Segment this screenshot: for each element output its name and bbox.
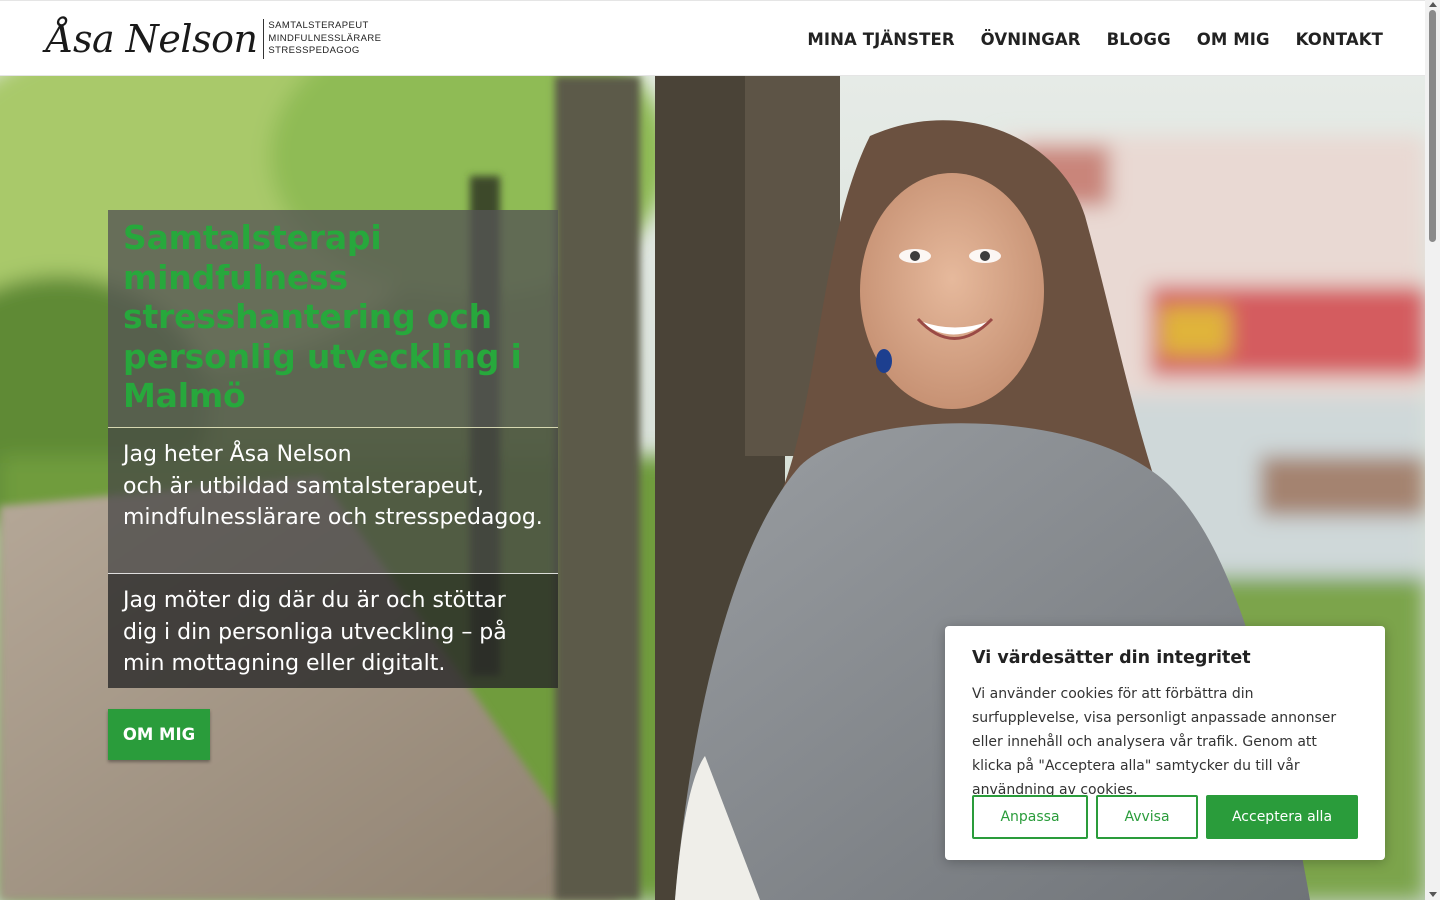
scroll-down-arrow-icon[interactable] [1429, 892, 1437, 897]
logo-name: Åsa Nelson [46, 17, 258, 61]
cookie-title: Vi värdesätter din integritet [972, 648, 1251, 668]
scrollbar-thumb[interactable] [1429, 10, 1436, 242]
intro-text: Jag heter Åsa Nelson och är utbildad sam… [123, 442, 543, 530]
hero-content: Samtalsterapi mindfulness stresshanterin… [108, 210, 558, 688]
headline-panel: Samtalsterapi mindfulness stresshanterin… [108, 210, 558, 428]
cookie-banner: Vi värdesätter din integritet Vi använde… [945, 626, 1385, 860]
cookie-actions: Anpassa Avvisa Acceptera alla [972, 795, 1358, 839]
meet-panel: Jag möter dig där du är och stöttar dig … [108, 574, 558, 688]
logo-divider [263, 19, 265, 59]
reject-cookies-button[interactable]: Avvisa [1096, 795, 1198, 839]
main-nav: MINA TJÄNSTER ÖVNINGAR BLOGG OM MIG KONT… [781, 1, 1383, 77]
site-header: Åsa Nelson SAMTALSTERAPEUT MINDFULNESSLÄ… [0, 0, 1425, 76]
meet-text: Jag möter dig där du är och stöttar dig … [123, 588, 507, 676]
nav-item-blog[interactable]: BLOGG [1107, 30, 1171, 49]
site-logo[interactable]: Åsa Nelson SAMTALSTERAPEUT MINDFULNESSLÄ… [46, 13, 381, 65]
nav-item-services[interactable]: MINA TJÄNSTER [807, 30, 954, 49]
customize-cookies-button[interactable]: Anpassa [972, 795, 1088, 839]
intro-panel: Jag heter Åsa Nelson och är utbildad sam… [108, 428, 558, 574]
scroll-up-arrow-icon[interactable] [1429, 2, 1437, 7]
logo-taglines: SAMTALSTERAPEUT MINDFULNESSLÄRARE STRESS… [268, 20, 381, 58]
cookie-text: Vi använder cookies för att förbättra di… [972, 686, 1337, 798]
page-scrollbar[interactable] [1425, 0, 1440, 900]
logo-tagline: STRESSPEDAGOG [268, 45, 360, 57]
nav-item-contact[interactable]: KONTAKT [1296, 30, 1383, 49]
hero-headline: Samtalsterapi mindfulness stresshanterin… [123, 218, 522, 415]
logo-tagline: MINDFULNESSLÄRARE [268, 32, 382, 44]
nav-item-exercises[interactable]: ÖVNINGAR [981, 30, 1081, 49]
nav-item-about[interactable]: OM MIG [1197, 30, 1270, 49]
logo-tagline: SAMTALSTERAPEUT [268, 20, 369, 32]
about-me-button[interactable]: OM MIG [108, 709, 210, 760]
accept-all-cookies-button[interactable]: Acceptera alla [1206, 795, 1358, 839]
